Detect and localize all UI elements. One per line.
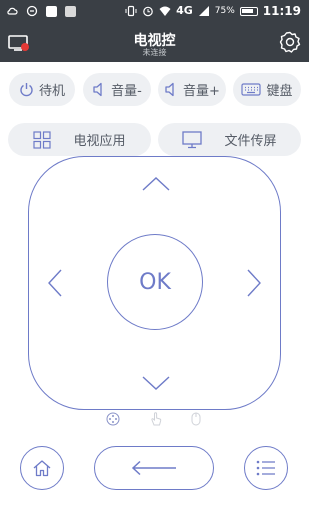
- dpad-mode-icon[interactable]: [106, 412, 120, 426]
- vibrate-icon: [125, 5, 137, 17]
- menu-icon: [256, 460, 275, 476]
- apps-grid-icon: [33, 130, 52, 149]
- file-cast-button[interactable]: 文件传屏: [158, 123, 301, 156]
- connection-status: 未连接: [142, 48, 167, 57]
- home-button[interactable]: [20, 446, 64, 490]
- arrow-right-button[interactable]: [246, 268, 262, 298]
- alarm-icon: [143, 6, 153, 17]
- tv-apps-button[interactable]: 电视应用: [8, 123, 151, 156]
- menu-button[interactable]: [244, 446, 288, 490]
- title-bar: 电视控 未连接: [0, 24, 309, 62]
- home-icon: [33, 460, 51, 477]
- keyboard-icon: [241, 83, 262, 96]
- arrow-left-button[interactable]: [47, 268, 63, 298]
- volume-down-label: 音量-: [111, 84, 142, 99]
- volume-down-button[interactable]: 音量-: [83, 73, 151, 106]
- arrow-down-button[interactable]: [141, 375, 171, 391]
- status-bar: 4G 75% 11:19: [0, 0, 309, 24]
- battery-icon: [239, 6, 258, 16]
- mouse-mode-icon[interactable]: [190, 412, 202, 426]
- arrow-up-button[interactable]: [141, 176, 171, 192]
- battery-percent: 75%: [214, 6, 235, 16]
- tv-apps-label: 电视应用: [73, 134, 126, 149]
- signal-icon: [198, 6, 209, 16]
- sync-icon: [26, 5, 38, 17]
- power-icon: [20, 83, 33, 97]
- network-type: 4G: [176, 4, 193, 17]
- speaker-icon: [93, 82, 102, 97]
- cloud-icon: [7, 7, 18, 15]
- back-button[interactable]: [94, 446, 214, 490]
- ok-label: OK: [139, 269, 171, 295]
- standby-button[interactable]: 待机: [9, 73, 75, 106]
- volume-up-button[interactable]: 音量+: [158, 73, 226, 106]
- clock: 11:19: [262, 4, 301, 18]
- speaker-icon: [165, 82, 174, 97]
- standby-label: 待机: [38, 84, 65, 99]
- keyboard-button[interactable]: 键盘: [233, 73, 301, 106]
- touch-mode-icon[interactable]: [150, 412, 162, 426]
- volume-up-label: 音量+: [183, 84, 220, 99]
- file-cast-label: 文件传屏: [224, 134, 277, 149]
- notification-icon: [46, 5, 57, 17]
- wifi-icon: [159, 6, 171, 16]
- back-arrow-icon: [131, 460, 176, 476]
- ok-button[interactable]: OK: [107, 234, 203, 330]
- notification-icon: [65, 5, 76, 17]
- gear-icon[interactable]: [279, 31, 301, 53]
- keyboard-label: 键盘: [266, 84, 293, 99]
- monitor-icon: [182, 130, 203, 148]
